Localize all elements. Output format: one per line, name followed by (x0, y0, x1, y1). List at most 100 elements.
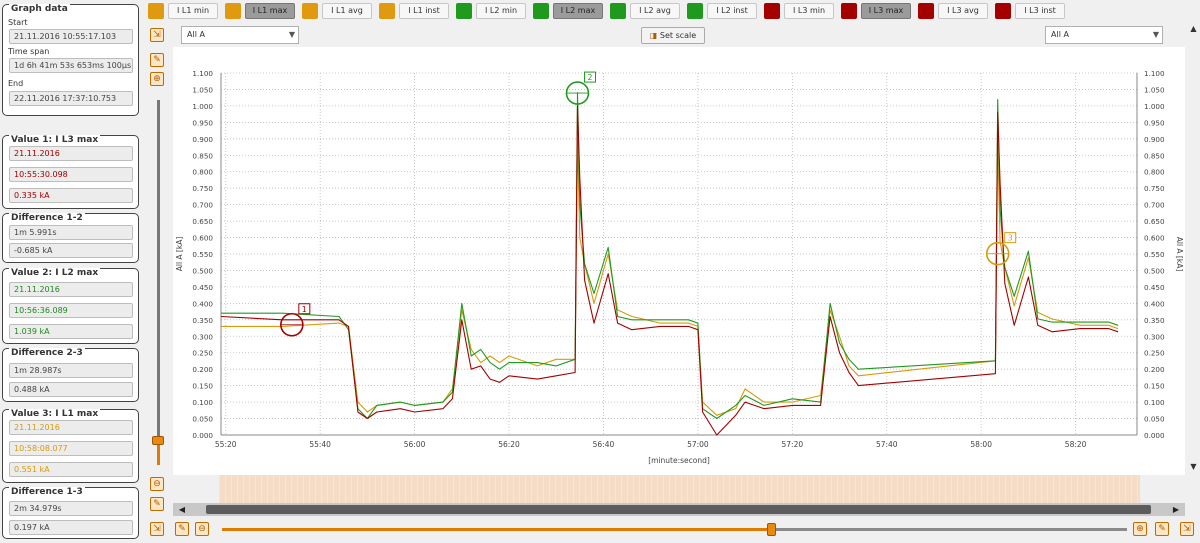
edit-icon[interactable]: ✎ (150, 53, 164, 67)
scroll-down-icon[interactable]: ▼ (1187, 461, 1200, 473)
scroll-right-icon[interactable]: ▶ (1170, 503, 1182, 516)
pin-icon[interactable]: ⇲ (150, 28, 164, 42)
left-axis-select[interactable]: All A ▼ (181, 26, 299, 44)
left-axis-select-value: All A (187, 30, 205, 39)
value1-time: 10:55:30.098 (9, 167, 133, 182)
y-tick-label-right: 0.350 (1144, 316, 1165, 325)
series-toggle-label[interactable]: I L1 inst (399, 3, 449, 19)
x-tick-label: 56:40 (593, 440, 615, 449)
end-field[interactable]: 22.11.2016 17:37:10.753 (9, 91, 133, 106)
y-tick-label: 0.850 (192, 151, 213, 160)
value3-value: 0.551 kA (9, 462, 133, 477)
y-tick-label-right: 0.000 (1144, 431, 1165, 440)
diff12-value: -0.685 kA (9, 243, 133, 258)
chevron-down-icon: ▼ (1152, 30, 1159, 39)
vertical-zoom-track[interactable] (157, 100, 160, 465)
series-toggle-label[interactable]: I L3 avg (938, 3, 988, 19)
pin-bottom-icon[interactable]: ⇲ (150, 522, 164, 536)
series-toggle-label[interactable]: I L3 inst (1015, 3, 1065, 19)
graph-data-title: Graph data (9, 4, 70, 15)
y-tick-label: 0.000 (192, 431, 213, 440)
x-tick-label: 56:20 (498, 440, 520, 449)
series-toggle-label[interactable]: I L3 max (861, 3, 911, 19)
y-tick-label: 0.400 (192, 299, 213, 308)
x-tick-label: 58:00 (970, 440, 992, 449)
pin-right-icon[interactable]: ⇲ (1180, 522, 1194, 536)
series-color-swatch[interactable] (148, 3, 164, 19)
chevron-down-icon: ▼ (288, 30, 295, 39)
series-toggle-label[interactable]: I L2 max (553, 3, 603, 19)
diff12-time: 1m 5.991s (9, 225, 133, 240)
timespan-field[interactable]: 1d 6h 41m 53s 653ms 100µs (9, 58, 133, 73)
y-tick-label: 0.200 (192, 365, 213, 374)
series-toggle-label[interactable]: I L1 avg (322, 3, 372, 19)
zoom-slider-thumb[interactable] (767, 523, 776, 536)
export-icon[interactable]: ✎ (150, 497, 164, 511)
series-color-swatch[interactable] (302, 3, 318, 19)
current-chart[interactable]: 0.000 0.000 0.050 0.050 0.100 0.100 0.150 0.150… (173, 47, 1185, 475)
series-color-swatch[interactable] (841, 3, 857, 19)
zoom-out-bottom-icon[interactable]: ⊖ (195, 522, 209, 536)
y-tick-label: 1.000 (192, 102, 213, 111)
vertical-zoom-thumb[interactable] (152, 436, 164, 445)
series-toggle-label[interactable]: I L2 min (476, 3, 526, 19)
series-toggle-label[interactable]: I L3 min (784, 3, 834, 19)
zoom-out-icon[interactable]: ⊖ (150, 477, 164, 491)
value1-title: Value 1: I L3 max (9, 135, 101, 146)
zoom-in-bottom-icon[interactable]: ⊕ (1133, 522, 1147, 536)
y-tick-label: 1.050 (192, 85, 213, 94)
horizontal-scrollbar[interactable]: ◀ ▶ (173, 503, 1185, 516)
y-tick-label: 0.900 (192, 135, 213, 144)
series-toggle-label[interactable]: I L1 max (245, 3, 295, 19)
right-axis-select-value: All A (1051, 30, 1069, 39)
vertical-scrollbar[interactable]: ▲ ▼ (1187, 23, 1200, 475)
cursor-label: 1 (302, 305, 307, 314)
set-scale-button[interactable]: ◨ Set scale (641, 27, 705, 44)
y-tick-label: 0.500 (192, 266, 213, 275)
overview-strip[interactable] (173, 475, 1185, 503)
series-color-swatch[interactable] (610, 3, 626, 19)
start-field[interactable]: 21.11.2016 10:55:17.103 (9, 29, 133, 44)
y-tick-label-right: 0.750 (1144, 184, 1165, 193)
y-tick-label: 0.650 (192, 217, 213, 226)
horizontal-scroll-thumb[interactable] (206, 505, 1151, 514)
series-color-swatch[interactable] (995, 3, 1011, 19)
cursor-label: 2 (588, 73, 593, 82)
y-tick-label: 0.800 (192, 168, 213, 177)
series-color-swatch[interactable] (225, 3, 241, 19)
right-axis-select[interactable]: All A ▼ (1045, 26, 1163, 44)
series-color-swatch[interactable] (379, 3, 395, 19)
series-color-swatch[interactable] (918, 3, 934, 19)
overview-range[interactable] (219, 475, 1140, 503)
series-line-i-l1-max (221, 138, 1119, 416)
series-color-swatch[interactable] (456, 3, 472, 19)
y-tick-label-right: 0.250 (1144, 349, 1165, 358)
end-label: End (8, 79, 24, 88)
diff13-group: Difference 1-3 2m 34.979s 0.197 kA (2, 487, 139, 539)
zoom-in-icon[interactable]: ⊕ (150, 72, 164, 86)
series-toggle-label[interactable]: I L2 avg (630, 3, 680, 19)
series-toggle-label[interactable]: I L2 inst (707, 3, 757, 19)
y-tick-label-right: 0.550 (1144, 250, 1165, 259)
chart-area[interactable]: 0.000 0.000 0.050 0.050 0.100 0.100 0.150 0.150… (173, 47, 1185, 475)
series-color-swatch[interactable] (533, 3, 549, 19)
series-toggle-label[interactable]: I L1 min (168, 3, 218, 19)
series-color-swatch[interactable] (764, 3, 780, 19)
diff23-value: 0.488 kA (9, 382, 133, 397)
timespan-label: Time span (8, 47, 50, 56)
value3-title: Value 3: I L1 max (9, 409, 101, 420)
value2-group: Value 2: I L2 max 21.11.2016 10:56:36.08… (2, 268, 139, 344)
series-color-swatch[interactable] (687, 3, 703, 19)
export-bottom-icon[interactable]: ✎ (1155, 522, 1169, 536)
edit-bottom-icon[interactable]: ✎ (175, 522, 189, 536)
y-tick-label: 0.300 (192, 332, 213, 341)
diff13-time: 2m 34.979s (9, 501, 133, 516)
y-tick-label-right: 0.300 (1144, 332, 1165, 341)
y-tick-label-right: 0.100 (1144, 398, 1165, 407)
scroll-left-icon[interactable]: ◀ (176, 503, 188, 516)
value2-title: Value 2: I L2 max (9, 268, 101, 279)
x-tick-label: 55:40 (309, 440, 331, 449)
y-tick-label: 0.350 (192, 316, 213, 325)
scroll-up-icon[interactable]: ▲ (1187, 23, 1200, 35)
y-tick-label-right: 0.850 (1144, 151, 1165, 160)
